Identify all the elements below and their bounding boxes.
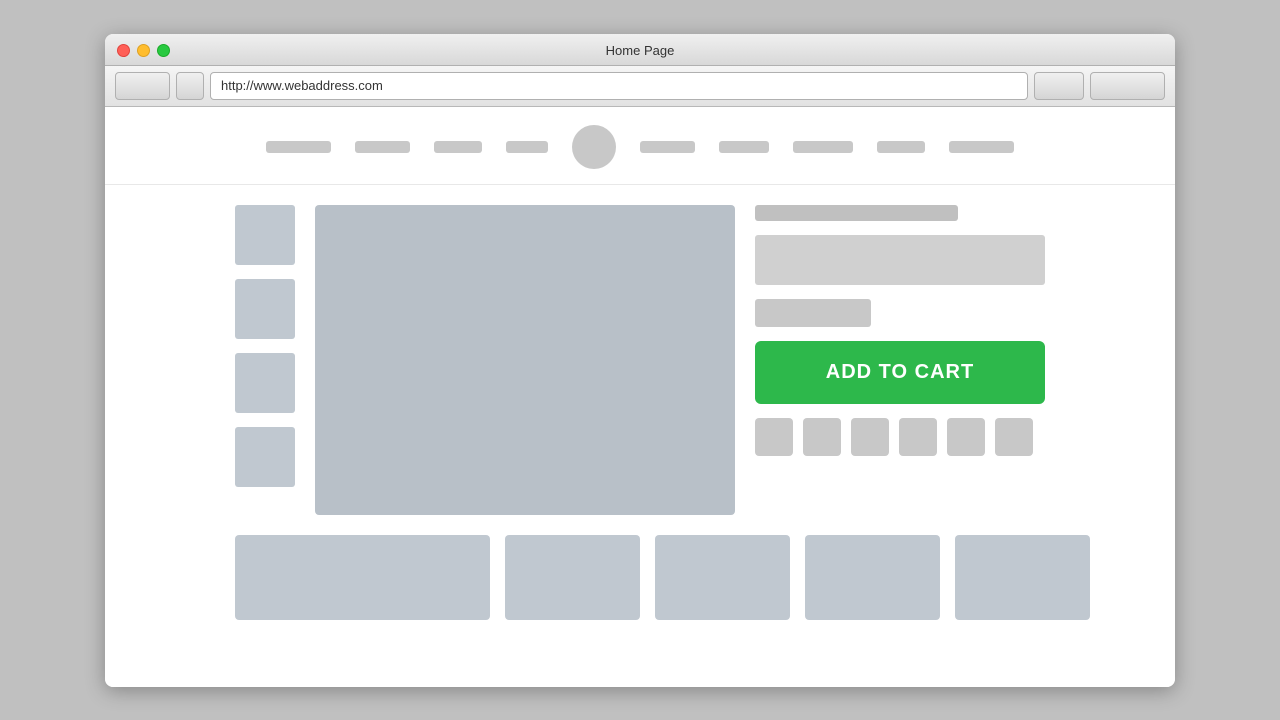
page-content: ADD TO CART xyxy=(105,107,1175,687)
product-section: ADD TO CART xyxy=(105,185,1175,535)
nav-item[interactable] xyxy=(434,141,482,153)
thumbnail-1[interactable] xyxy=(235,205,295,265)
product-price-placeholder xyxy=(755,299,871,327)
tag-2[interactable] xyxy=(803,418,841,456)
url-bar[interactable]: http://www.webaddress.com xyxy=(210,72,1028,100)
product-main-image xyxy=(315,205,735,515)
bottom-item-medium-2[interactable] xyxy=(655,535,790,620)
reload-button[interactable] xyxy=(176,72,204,100)
nav-item[interactable] xyxy=(506,141,548,153)
browser-window: Home Page http://www.webaddress.com xyxy=(105,34,1175,687)
back-forward-buttons[interactable] xyxy=(115,72,170,100)
minimize-button[interactable] xyxy=(137,44,150,57)
bookmarks-button[interactable] xyxy=(1090,72,1165,100)
tag-5[interactable] xyxy=(947,418,985,456)
traffic-lights xyxy=(117,44,170,57)
share-button[interactable] xyxy=(1034,72,1084,100)
bottom-item-medium-4[interactable] xyxy=(955,535,1090,620)
site-navigation xyxy=(105,107,1175,185)
thumbnail-3[interactable] xyxy=(235,353,295,413)
product-tags xyxy=(755,418,1045,456)
nav-item[interactable] xyxy=(266,141,331,153)
product-info: ADD TO CART xyxy=(755,205,1045,515)
thumbnail-4[interactable] xyxy=(235,427,295,487)
bottom-item-large[interactable] xyxy=(235,535,490,620)
nav-item[interactable] xyxy=(640,141,695,153)
bottom-grid xyxy=(105,535,1175,640)
nav-item[interactable] xyxy=(719,141,769,153)
close-button[interactable] xyxy=(117,44,130,57)
tag-3[interactable] xyxy=(851,418,889,456)
nav-item[interactable] xyxy=(793,141,853,153)
site-logo xyxy=(572,125,616,169)
thumbnail-2[interactable] xyxy=(235,279,295,339)
product-title-placeholder xyxy=(755,205,958,221)
maximize-button[interactable] xyxy=(157,44,170,57)
nav-item[interactable] xyxy=(355,141,410,153)
window-title: Home Page xyxy=(606,43,675,58)
tag-6[interactable] xyxy=(995,418,1033,456)
product-thumbnails xyxy=(235,205,295,515)
tag-4[interactable] xyxy=(899,418,937,456)
title-bar: Home Page xyxy=(105,34,1175,66)
product-description-placeholder xyxy=(755,235,1045,285)
tag-1[interactable] xyxy=(755,418,793,456)
bottom-item-medium-3[interactable] xyxy=(805,535,940,620)
bottom-item-medium-1[interactable] xyxy=(505,535,640,620)
add-to-cart-button[interactable]: ADD TO CART xyxy=(755,341,1045,404)
nav-item[interactable] xyxy=(949,141,1014,153)
toolbar: http://www.webaddress.com xyxy=(105,66,1175,107)
nav-item[interactable] xyxy=(877,141,925,153)
